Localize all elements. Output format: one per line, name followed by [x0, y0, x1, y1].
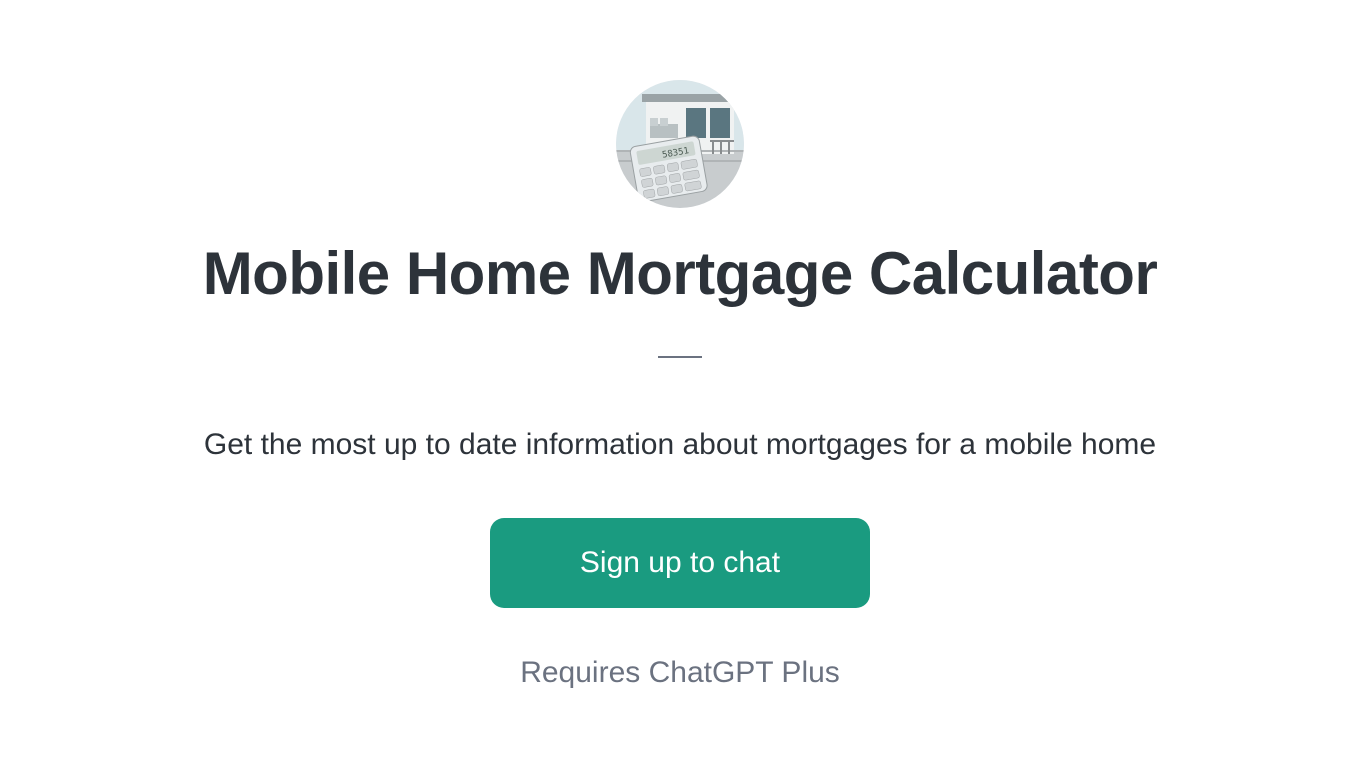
divider — [658, 356, 702, 358]
gpt-avatar: 58351 — [616, 80, 744, 208]
page-subtitle: Get the most up to date information abou… — [204, 428, 1156, 462]
requirement-text: Requires ChatGPT Plus — [520, 656, 840, 690]
calculator-house-icon: 58351 — [616, 80, 744, 208]
signup-button[interactable]: Sign up to chat — [490, 518, 870, 608]
page-title: Mobile Home Mortgage Calculator — [203, 238, 1158, 310]
